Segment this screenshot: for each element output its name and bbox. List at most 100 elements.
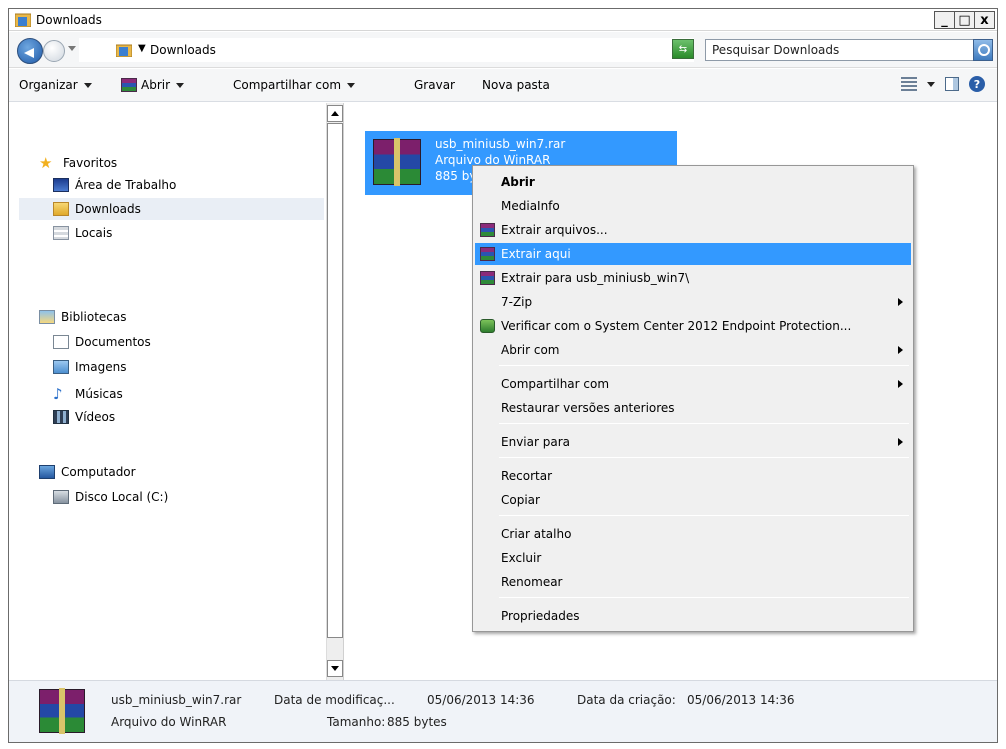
places-icon: [53, 226, 69, 240]
window-controls: _ □ x: [934, 11, 995, 29]
menu-item-copy[interactable]: Copiar: [475, 489, 911, 511]
refresh-icon: ⇆: [678, 43, 688, 55]
folder-icon: [116, 44, 132, 57]
submenu-arrow-icon: [898, 380, 903, 388]
menu-item-extract-here[interactable]: Extrair aqui: [475, 243, 911, 265]
menu-item-open[interactable]: Abrir: [475, 171, 911, 193]
context-menu: Abrir MediaInfo Extrair arquivos... Extr…: [472, 165, 914, 632]
burn-button[interactable]: Gravar: [414, 78, 455, 92]
menu-item-scan-endpoint[interactable]: Verificar com o System Center 2012 Endpo…: [475, 315, 911, 337]
window-title: Downloads: [36, 13, 102, 27]
address-bar[interactable]: ▼ Downloads: [79, 38, 734, 62]
submenu-arrow-icon: [898, 438, 903, 446]
video-icon: [53, 410, 69, 424]
nav-item-favorites[interactable]: ★ Favoritos: [39, 150, 319, 172]
document-icon: [53, 335, 69, 349]
disk-icon: [53, 490, 69, 504]
close-button[interactable]: x: [974, 11, 995, 29]
chevron-down-icon: [83, 83, 92, 88]
share-button[interactable]: Compartilhar com: [233, 78, 356, 92]
nav-item-desktop[interactable]: Área de Trabalho: [53, 174, 323, 196]
view-controls: ?: [901, 76, 985, 92]
menu-separator: [499, 597, 909, 598]
menu-item-7zip[interactable]: 7-Zip: [475, 291, 911, 313]
refresh-button[interactable]: ⇆: [672, 39, 694, 59]
navigation-pane: ★ Favoritos Área de Trabalho Downloads Lo…: [9, 103, 344, 680]
nav-item-computer[interactable]: Computador: [39, 461, 319, 483]
recent-pages-dropdown[interactable]: [68, 46, 76, 51]
winrar-icon: [480, 223, 495, 237]
menu-item-restore-versions[interactable]: Restaurar versões anteriores: [475, 397, 911, 419]
details-created-value: 05/06/2013 14:36: [687, 693, 795, 707]
scroll-thumb[interactable]: [327, 123, 343, 638]
menu-item-extract-to[interactable]: Extrair para usb_miniusb_win7\: [475, 267, 911, 289]
file-name: usb_miniusb_win7.rar: [435, 137, 566, 151]
downloads-folder-icon: [53, 202, 69, 216]
breadcrumb-downloads[interactable]: Downloads: [150, 43, 216, 57]
desktop-icon: [53, 178, 69, 192]
winrar-icon: [480, 247, 495, 261]
new-folder-button[interactable]: Nova pasta: [482, 78, 550, 92]
nav-item-music[interactable]: ♪ Músicas: [53, 381, 323, 403]
details-pane: usb_miniusb_win7.rar Arquivo do WinRAR D…: [9, 680, 997, 742]
nav-item-local-disk[interactable]: Disco Local (C:): [53, 486, 323, 508]
chevron-down-icon[interactable]: [927, 81, 935, 87]
winrar-icon: [121, 78, 137, 92]
view-options-icon[interactable]: [901, 77, 917, 91]
nav-item-documents[interactable]: Documentos: [53, 331, 323, 353]
menu-separator: [499, 365, 909, 366]
back-button[interactable]: [17, 38, 43, 64]
open-button[interactable]: Abrir: [121, 78, 185, 92]
chevron-down-icon: [347, 83, 356, 88]
help-icon[interactable]: ?: [969, 76, 985, 92]
folder-icon: [15, 13, 31, 27]
submenu-arrow-icon: [898, 298, 903, 306]
forward-button[interactable]: [43, 40, 65, 62]
nav-item-places[interactable]: Locais: [53, 222, 323, 244]
title-bar: Downloads _ □ x: [9, 9, 997, 31]
winrar-archive-icon: [39, 688, 85, 734]
nav-scrollbar[interactable]: [326, 103, 343, 680]
nav-item-libraries[interactable]: Bibliotecas: [39, 306, 319, 328]
winrar-archive-icon: [373, 138, 421, 186]
shield-icon: [480, 319, 495, 333]
menu-item-extract-files[interactable]: Extrair arquivos...: [475, 219, 911, 241]
nav-item-videos[interactable]: Vídeos: [53, 406, 323, 428]
scroll-down-button[interactable]: [327, 660, 343, 677]
details-created-label: Data da criação:: [577, 693, 676, 707]
menu-item-rename[interactable]: Renomear: [475, 571, 911, 593]
details-file-name: usb_miniusb_win7.rar: [111, 693, 242, 707]
computer-icon: [39, 465, 55, 479]
menu-item-delete[interactable]: Excluir: [475, 547, 911, 569]
menu-item-send-to[interactable]: Enviar para: [475, 431, 911, 453]
nav-item-images[interactable]: Imagens: [53, 356, 323, 378]
search-input[interactable]: Pesquisar Downloads: [705, 39, 975, 61]
chevron-down-icon: [176, 83, 185, 88]
winrar-icon: [480, 271, 495, 285]
details-file-type: Arquivo do WinRAR: [111, 715, 227, 729]
menu-item-create-shortcut[interactable]: Criar atalho: [475, 523, 911, 545]
details-modified-label: Data de modificaç...: [274, 693, 395, 707]
menu-separator: [499, 515, 909, 516]
menu-item-cut[interactable]: Recortar: [475, 465, 911, 487]
menu-item-open-with[interactable]: Abrir com: [475, 339, 911, 361]
menu-separator: [499, 457, 909, 458]
organize-button[interactable]: Organizar: [19, 78, 92, 92]
scroll-up-button[interactable]: [327, 105, 343, 122]
libraries-icon: [39, 310, 55, 324]
menu-item-share-with[interactable]: Compartilhar com: [475, 373, 911, 395]
minimize-button[interactable]: _: [934, 11, 955, 29]
details-size-label: Tamanho:: [327, 715, 386, 729]
menu-separator: [499, 423, 909, 424]
command-bar: Organizar Abrir Compartilhar com Gravar …: [9, 69, 997, 102]
image-icon: [53, 360, 69, 374]
maximize-button[interactable]: □: [954, 11, 975, 29]
nav-item-downloads[interactable]: Downloads: [19, 198, 324, 220]
preview-pane-icon[interactable]: [945, 77, 959, 91]
breadcrumb-separator[interactable]: ▼: [138, 43, 146, 54]
details-size-value: 885 bytes: [387, 715, 447, 729]
submenu-arrow-icon: [898, 346, 903, 354]
menu-item-properties[interactable]: Propriedades: [475, 605, 911, 627]
menu-item-mediainfo[interactable]: MediaInfo: [475, 195, 911, 217]
search-icon[interactable]: [973, 39, 993, 61]
